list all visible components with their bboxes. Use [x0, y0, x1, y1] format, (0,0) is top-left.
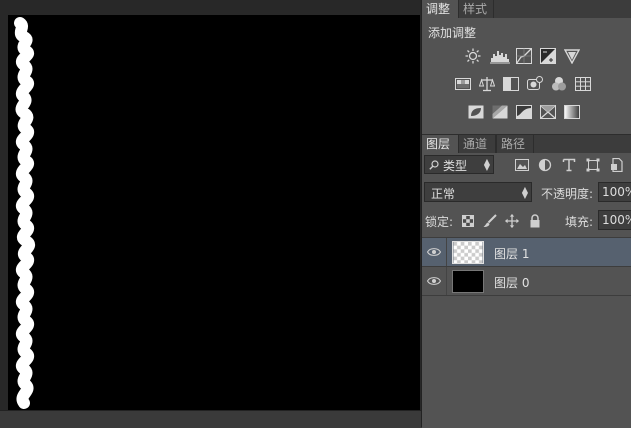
gradient-map-icon[interactable] — [564, 104, 580, 120]
white-brush-stroke — [14, 17, 36, 409]
add-adjustment-title: 添加调整 — [428, 26, 477, 40]
adjustment-row-1 — [422, 46, 631, 66]
smart-object-filter-icon[interactable] — [610, 158, 624, 172]
color-balance-icon[interactable] — [479, 76, 495, 92]
layers-tabbar: 图层 通道 路径 — [422, 135, 631, 153]
adjustments-tabbar: 调整 样式 — [422, 0, 631, 18]
black-white-icon[interactable] — [503, 76, 519, 92]
layers-panel: 图层 通道 路径 类型 ▲ ▼ 正常 ▲ ▼ 不透明度: 100 锁定: 填充:… — [422, 134, 631, 428]
brightness-contrast-icon[interactable] — [465, 48, 481, 64]
layer-filter-label: 类型 — [443, 159, 468, 173]
lock-label: 锁定: — [425, 215, 454, 229]
adjustment-row-2 — [422, 74, 631, 94]
lock-transparent-pixels-icon[interactable] — [462, 215, 474, 227]
layer-filter-select[interactable]: 类型 ▲ ▼ — [424, 155, 494, 174]
layer-row-layer-0[interactable]: 图层 0 — [422, 266, 631, 296]
adjustment-row-3 — [422, 102, 631, 122]
adjustments-panel: 调整 样式 添加调整 — [422, 0, 631, 131]
color-lookup-icon[interactable] — [575, 76, 591, 92]
blend-mode-value: 正常 — [431, 187, 456, 201]
channel-mixer-icon[interactable] — [551, 76, 567, 92]
shape-layer-filter-icon[interactable] — [586, 158, 600, 172]
type-layer-filter-icon[interactable] — [562, 158, 576, 172]
hue-saturation-icon[interactable] — [455, 76, 471, 92]
tab-layers[interactable]: 图层 — [422, 135, 458, 153]
chevron-up-down-icon: ▲ ▼ — [521, 185, 528, 200]
fill-label: 填充: — [565, 215, 594, 229]
pixel-layer-filter-icon[interactable] — [515, 158, 529, 172]
lock-position-move-icon[interactable] — [505, 214, 519, 228]
selective-color-icon[interactable] — [540, 104, 556, 120]
row-divider — [446, 238, 447, 267]
photo-filter-icon[interactable] — [527, 76, 543, 92]
tab-paths[interactable]: 路径 — [496, 135, 534, 153]
row-divider — [446, 267, 447, 296]
vibrance-icon[interactable] — [564, 48, 580, 64]
invert-icon[interactable] — [468, 104, 484, 120]
adjustment-layer-filter-icon[interactable] — [538, 158, 552, 172]
threshold-icon[interactable] — [516, 104, 532, 120]
layer-thumbnail-black — [452, 270, 484, 293]
layers-list: 图层 1 图层 0 — [422, 237, 631, 428]
right-panel-dock: 调整 样式 添加调整 图层 通道 路径 类型 ▲ ▼ 正常 ▲ ▼ 不透明度: … — [421, 0, 631, 428]
chevron-up-down-icon: ▲ ▼ — [483, 157, 490, 172]
document-workspace — [0, 0, 421, 428]
opacity-input[interactable]: 100% — [598, 182, 631, 202]
search-icon — [429, 160, 439, 170]
blend-mode-select[interactable]: 正常 ▲ ▼ — [424, 182, 532, 202]
document-canvas[interactable] — [8, 15, 420, 410]
lock-image-pixels-brush-icon[interactable] — [483, 214, 497, 228]
tab-channels[interactable]: 通道 — [458, 135, 496, 153]
opacity-value: 100% — [602, 185, 631, 199]
tab-styles[interactable]: 样式 — [458, 0, 494, 18]
layer-row-layer-1[interactable]: 图层 1 — [422, 237, 631, 267]
opacity-label: 不透明度: — [541, 187, 594, 201]
fill-value: 100% — [602, 213, 631, 227]
exposure-icon[interactable] — [540, 48, 556, 64]
layer-name[interactable]: 图层 0 — [494, 274, 529, 291]
fill-input[interactable]: 100% — [598, 210, 631, 230]
eye-visibility-icon[interactable] — [427, 247, 441, 257]
levels-icon[interactable] — [490, 48, 510, 64]
tab-adjustments[interactable]: 调整 — [422, 0, 458, 18]
layer-name[interactable]: 图层 1 — [494, 245, 529, 262]
posterize-icon[interactable] — [492, 104, 508, 120]
curves-icon[interactable] — [516, 48, 532, 64]
lock-all-padlock-icon[interactable] — [528, 214, 542, 228]
layer-thumbnail-transparent — [452, 241, 484, 264]
horizontal-scrollbar[interactable] — [0, 410, 421, 428]
list-divider — [422, 295, 631, 296]
eye-visibility-icon[interactable] — [427, 276, 441, 286]
